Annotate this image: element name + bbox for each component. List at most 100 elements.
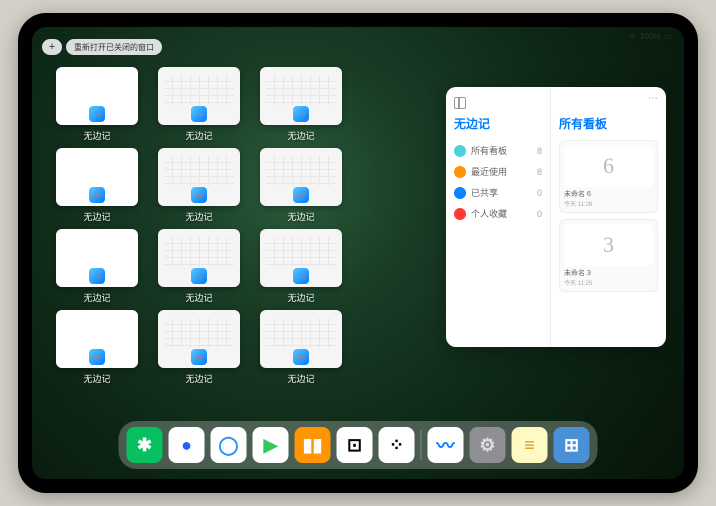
dock-qqbrowser-icon[interactable]: ◯	[211, 427, 247, 463]
app-tile[interactable]: 无边记	[52, 67, 142, 142]
app-tile[interactable]: 无边记	[154, 310, 244, 385]
dock: ✱●◯▶▮▮⊡⁘ 〰⚙≡⊞	[119, 421, 598, 469]
freeform-icon	[89, 268, 105, 284]
sidebar-item-label: 个人收藏	[471, 207, 507, 220]
app-tile[interactable]: 无边记	[52, 310, 142, 385]
tile-preview	[56, 310, 138, 368]
tile-label: 无边记	[287, 129, 314, 142]
boards-panel: ⋯ 所有看板 6 未命名 6今天 11:26 3 未命名 3今天 11:25	[551, 87, 666, 347]
sidebar-item[interactable]: 所有看板 8	[454, 140, 542, 161]
tile-preview	[56, 67, 138, 125]
freeform-icon	[191, 349, 207, 365]
sidebar-item[interactable]: 最近使用 8	[454, 161, 542, 182]
dock-separator	[421, 430, 422, 460]
tile-label: 无边记	[287, 210, 314, 223]
board-label: 未命名 6	[564, 189, 653, 199]
add-button[interactable]: +	[42, 39, 62, 55]
tile-label: 无边记	[287, 291, 314, 304]
sidebar-item-label: 所有看板	[471, 144, 507, 157]
battery-label: 100%	[640, 32, 660, 41]
sidebar-panel: 无边记 所有看板 8 最近使用 8 已共享 0 个人收藏 0	[446, 87, 551, 347]
app-tile[interactable]: 无边记	[154, 148, 244, 223]
sidebar-item-label: 已共享	[471, 186, 498, 199]
sidebar-item-count: 8	[537, 146, 542, 156]
tile-preview	[260, 310, 342, 368]
tile-label: 无边记	[287, 372, 314, 385]
freeform-icon	[191, 106, 207, 122]
tile-label: 无边记	[185, 291, 212, 304]
freeform-icon	[293, 268, 309, 284]
sidebar-item-icon	[454, 166, 466, 178]
board-card[interactable]: 6 未命名 6今天 11:26	[559, 140, 658, 213]
app-tile[interactable]: 无边记	[256, 310, 346, 385]
top-controls: + 重新打开已关闭的窗口	[42, 39, 162, 55]
dock-freeform-icon[interactable]: 〰	[428, 427, 464, 463]
board-preview: 3	[564, 224, 653, 266]
screen: ᯤ 100% ▭ + 重新打开已关闭的窗口 无边记无边记无边记无边记无边记无边记…	[32, 27, 684, 479]
tile-label: 无边记	[83, 210, 110, 223]
app-tile[interactable]: 无边记	[256, 67, 346, 142]
more-icon[interactable]: ⋯	[648, 93, 658, 104]
tile-preview	[158, 148, 240, 206]
board-timestamp: 今天 11:26	[564, 199, 653, 208]
freeform-icon	[89, 349, 105, 365]
dock-dice-icon[interactable]: ⊡	[337, 427, 373, 463]
dock-notes-icon[interactable]: ≡	[512, 427, 548, 463]
tile-label: 无边记	[185, 210, 212, 223]
sidebar-item[interactable]: 已共享 0	[454, 182, 542, 203]
sidebar-item-count: 0	[537, 209, 542, 219]
board-preview: 6	[564, 145, 653, 187]
freeform-icon	[191, 268, 207, 284]
tile-preview	[260, 148, 342, 206]
app-tile[interactable]: 无边记	[154, 67, 244, 142]
sidebar-item-icon	[454, 145, 466, 157]
board-timestamp: 今天 11:25	[564, 278, 653, 287]
sidebar-title: 无边记	[454, 115, 542, 132]
tile-label: 无边记	[83, 291, 110, 304]
app-tile[interactable]: 无边记	[256, 229, 346, 304]
tile-preview	[260, 229, 342, 287]
board-card[interactable]: 3 未命名 3今天 11:25	[559, 219, 658, 292]
battery-icon: ▭	[664, 32, 672, 41]
tile-preview	[56, 229, 138, 287]
dock-wechat-icon[interactable]: ✱	[127, 427, 163, 463]
freeform-icon	[89, 106, 105, 122]
status-bar: ᯤ 100% ▭	[629, 31, 672, 42]
tile-label: 无边记	[185, 129, 212, 142]
tile-preview	[56, 148, 138, 206]
app-switcher-grid: 无边记无边记无边记无边记无边记无边记无边记无边记无边记无边记无边记无边记	[52, 67, 452, 385]
app-tile[interactable]: 无边记	[154, 229, 244, 304]
wifi-icon: ᯤ	[629, 31, 636, 42]
dock-app-library-icon[interactable]: ⊞	[554, 427, 590, 463]
freeform-icon	[293, 187, 309, 203]
tile-label: 无边记	[185, 372, 212, 385]
dock-play-icon[interactable]: ▶	[253, 427, 289, 463]
dock-quark-icon[interactable]: ●	[169, 427, 205, 463]
freeform-icon	[293, 106, 309, 122]
boards-title: 所有看板	[559, 115, 658, 132]
dock-books-icon[interactable]: ▮▮	[295, 427, 331, 463]
app-preview-card[interactable]: 无边记 所有看板8最近使用8已共享0个人收藏0 ⋯ 所有看板 6未命名 6今天 …	[446, 87, 666, 347]
dock-settings-icon[interactable]: ⚙	[470, 427, 506, 463]
tile-preview	[260, 67, 342, 125]
tile-preview	[158, 229, 240, 287]
app-tile[interactable]: 无边记	[256, 148, 346, 223]
freeform-icon	[191, 187, 207, 203]
tile-preview	[158, 67, 240, 125]
sidebar-item-count: 0	[537, 188, 542, 198]
reopen-window-button[interactable]: 重新打开已关闭的窗口	[66, 39, 162, 55]
sidebar-toggle-icon[interactable]	[454, 97, 466, 109]
dock-grid-icon[interactable]: ⁘	[379, 427, 415, 463]
sidebar-item-label: 最近使用	[471, 165, 507, 178]
sidebar-item-icon	[454, 208, 466, 220]
board-label: 未命名 3	[564, 268, 653, 278]
sidebar-item[interactable]: 个人收藏 0	[454, 203, 542, 224]
freeform-icon	[89, 187, 105, 203]
tile-label: 无边记	[83, 129, 110, 142]
sidebar-item-count: 8	[537, 167, 542, 177]
ipad-frame: ᯤ 100% ▭ + 重新打开已关闭的窗口 无边记无边记无边记无边记无边记无边记…	[18, 13, 698, 493]
app-tile[interactable]: 无边记	[52, 148, 142, 223]
tile-label: 无边记	[83, 372, 110, 385]
app-tile[interactable]: 无边记	[52, 229, 142, 304]
tile-preview	[158, 310, 240, 368]
